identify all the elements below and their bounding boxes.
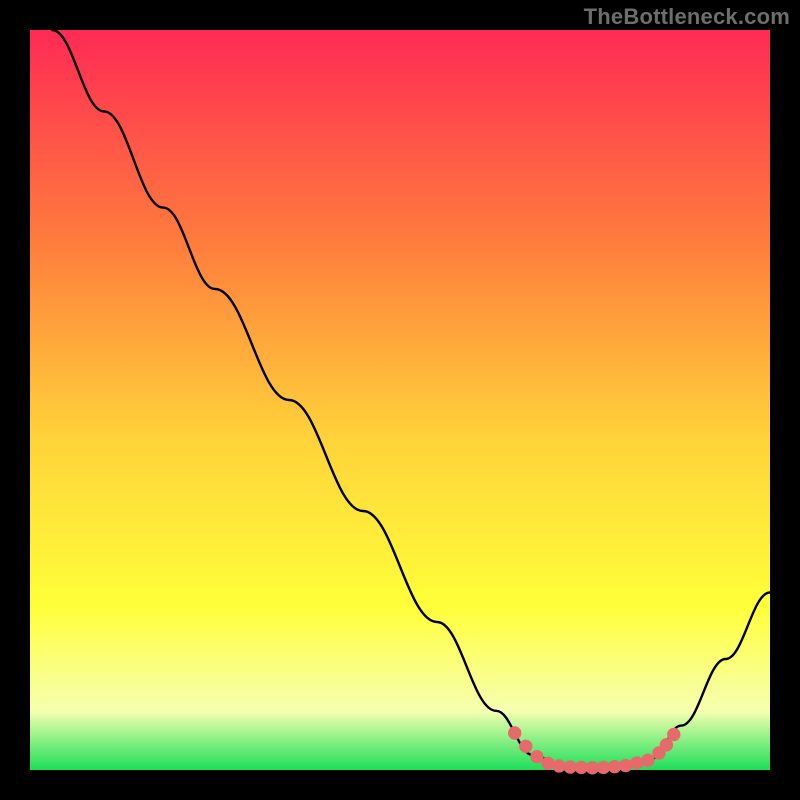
- watermark-label: TheBottleneck.com: [584, 4, 790, 30]
- optimal-marker: [586, 762, 598, 774]
- optimal-marker: [620, 759, 632, 771]
- optimal-marker: [520, 740, 532, 752]
- chart-stage: { "watermark": "TheBottleneck.com", "col…: [0, 0, 800, 800]
- optimal-marker: [631, 757, 643, 769]
- optimal-marker: [642, 754, 654, 766]
- optimal-marker: [542, 757, 554, 769]
- optimal-marker: [668, 728, 680, 740]
- optimal-marker: [564, 761, 576, 773]
- optimal-marker: [660, 739, 672, 751]
- optimal-marker: [597, 761, 609, 773]
- bottleneck-curve-chart: [0, 0, 800, 800]
- optimal-marker: [531, 750, 543, 762]
- plot-background: [30, 30, 770, 770]
- optimal-marker: [509, 727, 521, 739]
- optimal-marker: [553, 760, 565, 772]
- optimal-marker: [608, 760, 620, 772]
- optimal-marker: [575, 761, 587, 773]
